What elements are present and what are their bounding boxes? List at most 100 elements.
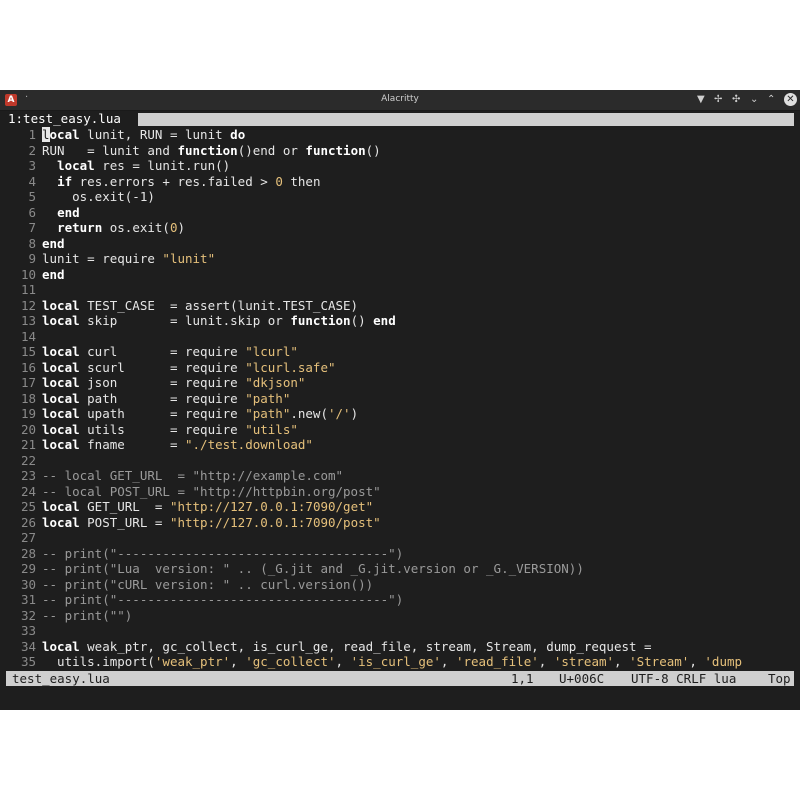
tabline: 1:test_easy.lua (0, 111, 800, 127)
code-line[interactable]: 34 local weak_ptr, gc_collect, is_curl_ge… (6, 639, 794, 655)
status-bar: test_easy.lua 1,1 U+006C UTF-8 CRLF lua … (6, 671, 794, 686)
line-number: 6 (28, 204, 36, 220)
code-line[interactable]: 13 local skip = lunit.skip or function() … (6, 313, 794, 329)
code-line[interactable]: 28 -- print("----------------------------… (6, 546, 794, 562)
window-title: Alacritty (381, 94, 419, 104)
line-number: 15 (20, 344, 36, 359)
code-line[interactable]: 25 local GET_URL = "http://127.0.0.1:7090… (6, 499, 794, 515)
code-line[interactable]: 30 -- print("cURL version: " .. curl.vers… (6, 577, 794, 593)
status-file-info: UTF-8 CRLF lua (631, 671, 737, 686)
code-line[interactable]: 26 local POST_URL = "http://127.0.0.1:709… (6, 515, 794, 531)
line-number: 25 (20, 499, 36, 514)
line-code: RUN = lunit and function()end or functio… (42, 142, 381, 158)
line-code: utils.import('weak_ptr', 'gc_collect', '… (42, 654, 743, 669)
status-char-code: U+006C (559, 671, 605, 686)
line-code: lunit = require "lunit" (42, 251, 216, 266)
line-number: 1 (28, 127, 36, 142)
shade-icon[interactable]: ✣ (732, 93, 740, 107)
close-icon[interactable]: ✕ (784, 93, 797, 106)
code-line[interactable]: 31 -- print("----------------------------… (6, 592, 794, 608)
line-number: 30 (20, 576, 36, 592)
line-number: 28 (20, 545, 36, 561)
line-number: 34 (20, 638, 36, 654)
code-line[interactable]: 20 local utils = require "utils" (6, 422, 794, 438)
line-code: local curl = require "lcurl" (42, 344, 298, 359)
code-line[interactable]: 9 lunit = require "lunit" (6, 251, 794, 267)
maximize-icon[interactable]: ⌃ (767, 93, 775, 107)
line-number: 13 (20, 313, 36, 328)
code-line[interactable]: 22 (6, 453, 794, 469)
line-number: 31 (20, 592, 36, 607)
line-number: 14 (20, 328, 36, 344)
line-number: 8 (28, 235, 36, 251)
line-number: 10 (20, 266, 36, 282)
code-line[interactable]: 29 -- print("Lua version: " .. (_G.jit an… (6, 561, 794, 577)
line-code: -- local GET_URL = "http://example.com" (42, 468, 344, 483)
line-code: local GET_URL = "http://127.0.0.1:7090/g… (42, 499, 374, 514)
line-code: local upath = require "path".new('/') (42, 406, 359, 421)
text-cursor: l (42, 127, 50, 142)
pin-icon[interactable]: ✢ (714, 93, 722, 107)
line-number: 33 (20, 623, 36, 638)
code-line[interactable]: 23 -- local GET_URL = "http://example.com… (6, 468, 794, 484)
tab-active[interactable]: 1:test_easy.lua (6, 111, 123, 127)
line-number: 21 (20, 437, 36, 452)
line-code: -- local POST_URL = "http://httpbin.org/… (42, 483, 381, 499)
code-line[interactable]: 11 (6, 282, 794, 298)
code-line[interactable]: 19 local upath = require "path".new('/') (6, 406, 794, 422)
code-line[interactable]: 18 local path = require "path" (6, 391, 794, 407)
title-bar[interactable]: A · Alacritty ▼ ✢ ✣ ⌄ ⌃ ✕ (0, 90, 800, 111)
line-number: 7 (28, 220, 36, 235)
line-number: 22 (20, 452, 36, 468)
line-code: local weak_ptr, gc_collect, is_curl_ge, … (42, 638, 652, 654)
line-number: 23 (20, 468, 36, 483)
line-code: local skip = lunit.skip or function() en… (42, 313, 396, 328)
code-line[interactable]: 4 if res.errors + res.failed > 0 then (6, 174, 794, 190)
line-code: local res = lunit.run() (57, 158, 231, 173)
line-number: 2 (28, 142, 36, 158)
line-number: 11 (20, 282, 36, 297)
code-line[interactable]: 33 (6, 623, 794, 639)
code-line[interactable]: 35 utils.import('weak_ptr', 'gc_collect'… (6, 654, 794, 670)
line-number: 35 (20, 654, 36, 669)
line-number: 3 (28, 158, 36, 173)
line-code: local lunit, RUN = lunit do (42, 127, 246, 142)
code-line[interactable]: 8 end (6, 236, 794, 252)
code-line[interactable]: 27 (6, 530, 794, 546)
minimize-icon[interactable]: ⌄ (750, 93, 758, 107)
line-code: -- print("cURL version: " .. curl.versio… (42, 576, 374, 592)
line-number: 20 (20, 421, 36, 437)
code-line[interactable]: 5 os.exit(-1) (6, 189, 794, 205)
code-line[interactable]: 3 local res = lunit.run() (6, 158, 794, 174)
line-code: end (42, 266, 65, 282)
code-line[interactable]: 15 local curl = require "lcurl" (6, 344, 794, 360)
line-code: local scurl = require "lcurl.safe" (42, 359, 336, 375)
code-editor[interactable]: 1 local lunit, RUN = lunit do 2 RUN = lunit… (6, 127, 794, 670)
code-line[interactable]: 2 RUN = lunit and function()end or functi… (6, 143, 794, 159)
line-code: return os.exit(0) (57, 220, 186, 235)
code-line[interactable]: 10 end (6, 267, 794, 283)
keep-above-icon[interactable]: ▼ (697, 93, 705, 107)
line-code: -- print("") (42, 607, 133, 623)
line-code: -- print("Lua version: " .. (_G.jit and … (42, 561, 584, 576)
line-code: -- print("------------------------------… (42, 592, 404, 607)
code-line[interactable]: 6 end (6, 205, 794, 221)
code-line[interactable]: 12 local TEST_CASE = assert(lunit.TEST_CA… (6, 298, 794, 314)
line-code: end (42, 235, 65, 251)
code-line[interactable]: 21 local fname = "./test.download" (6, 437, 794, 453)
code-line[interactable]: 1 local lunit, RUN = lunit do (6, 127, 794, 143)
code-line[interactable]: 32 -- print("") (6, 608, 794, 624)
code-line[interactable]: 24 -- local POST_URL = "http://httpbin.or… (6, 484, 794, 500)
code-line[interactable]: 17 local json = require "dkjson" (6, 375, 794, 391)
code-line[interactable]: 7 return os.exit(0) (6, 220, 794, 236)
code-line[interactable]: 14 (6, 329, 794, 345)
line-number: 5 (28, 189, 36, 204)
line-code: -- print("------------------------------… (42, 545, 404, 561)
line-number: 9 (28, 251, 36, 266)
code-line[interactable]: 16 local scurl = require "lcurl.safe" (6, 360, 794, 376)
line-code: if res.errors + res.failed > 0 then (57, 173, 321, 189)
